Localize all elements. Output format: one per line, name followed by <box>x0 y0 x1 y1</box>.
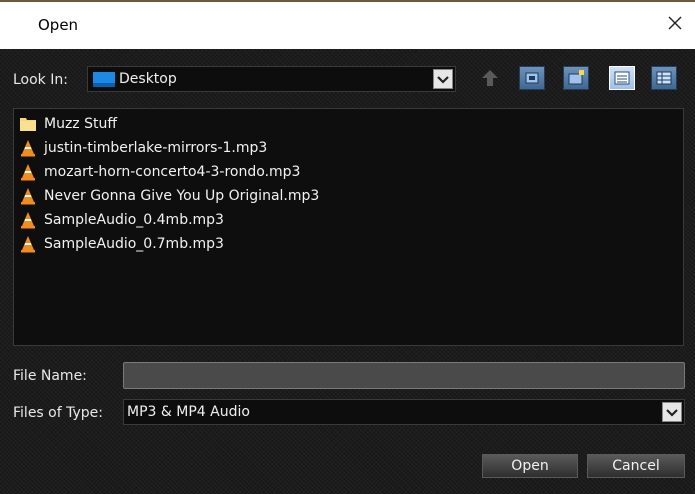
vlc-icon <box>21 188 35 205</box>
close-icon[interactable] <box>665 13 685 33</box>
file-list[interactable]: Muzz Stuff justin-timberlake-mirrors-1.m… <box>13 108 684 346</box>
dialog-body: Look In: Desktop Muzz Stuff justin-timbe… <box>0 49 695 494</box>
details-view-icon <box>656 71 672 85</box>
up-one-level-button[interactable] <box>477 66 503 90</box>
cancel-button[interactable]: Cancel <box>587 454 685 478</box>
list-item[interactable]: SampleAudio_0.7mb.mp3 <box>18 233 224 255</box>
file-name: justin-timberlake-mirrors-1.mp3 <box>44 140 268 156</box>
home-folder-icon <box>525 72 539 84</box>
chevron-down-icon[interactable] <box>662 402 682 422</box>
vlc-icon <box>21 212 35 229</box>
file-type-value: MP3 & MP4 Audio <box>127 404 250 420</box>
desktop-button[interactable] <box>519 66 545 90</box>
file-name: SampleAudio_0.7mb.mp3 <box>44 236 224 252</box>
look-in-value: Desktop <box>119 71 177 87</box>
file-name: Muzz Stuff <box>44 116 117 132</box>
chevron-down-icon[interactable] <box>433 69 453 89</box>
vlc-icon <box>21 164 35 181</box>
file-type-label: Files of Type: <box>13 405 103 421</box>
desktop-icon <box>93 72 115 87</box>
list-view-icon <box>614 71 630 85</box>
file-name: SampleAudio_0.4mb.mp3 <box>44 212 224 228</box>
details-view-button[interactable] <box>651 66 677 90</box>
list-item[interactable]: Never Gonna Give You Up Original.mp3 <box>18 185 319 207</box>
look-in-dropdown[interactable]: Desktop <box>87 66 456 92</box>
folder-icon <box>20 118 36 131</box>
dialog-title: Open <box>38 16 79 34</box>
list-item[interactable]: justin-timberlake-mirrors-1.mp3 <box>18 137 267 159</box>
new-folder-button[interactable] <box>563 66 589 90</box>
list-item[interactable]: Muzz Stuff <box>18 113 117 135</box>
up-arrow-icon <box>482 70 498 86</box>
list-item[interactable]: mozart-horn-concerto4-3-rondo.mp3 <box>18 161 300 183</box>
open-dialog: Open Look In: Desktop Muzz Stuff justin-… <box>0 0 695 494</box>
list-item[interactable]: SampleAudio_0.4mb.mp3 <box>18 209 224 231</box>
file-name-input[interactable] <box>123 362 685 389</box>
file-name-label: File Name: <box>13 368 87 384</box>
new-folder-icon <box>568 70 584 85</box>
file-name: Never Gonna Give You Up Original.mp3 <box>44 188 320 204</box>
vlc-icon <box>21 140 35 157</box>
title-bar: Open <box>0 0 695 49</box>
vlc-icon <box>21 236 35 253</box>
look-in-label: Look In: <box>13 72 68 88</box>
file-type-dropdown[interactable]: MP3 & MP4 Audio <box>123 399 685 425</box>
file-name: mozart-horn-concerto4-3-rondo.mp3 <box>44 164 301 180</box>
open-button[interactable]: Open <box>482 454 578 478</box>
list-view-button[interactable] <box>609 66 635 90</box>
